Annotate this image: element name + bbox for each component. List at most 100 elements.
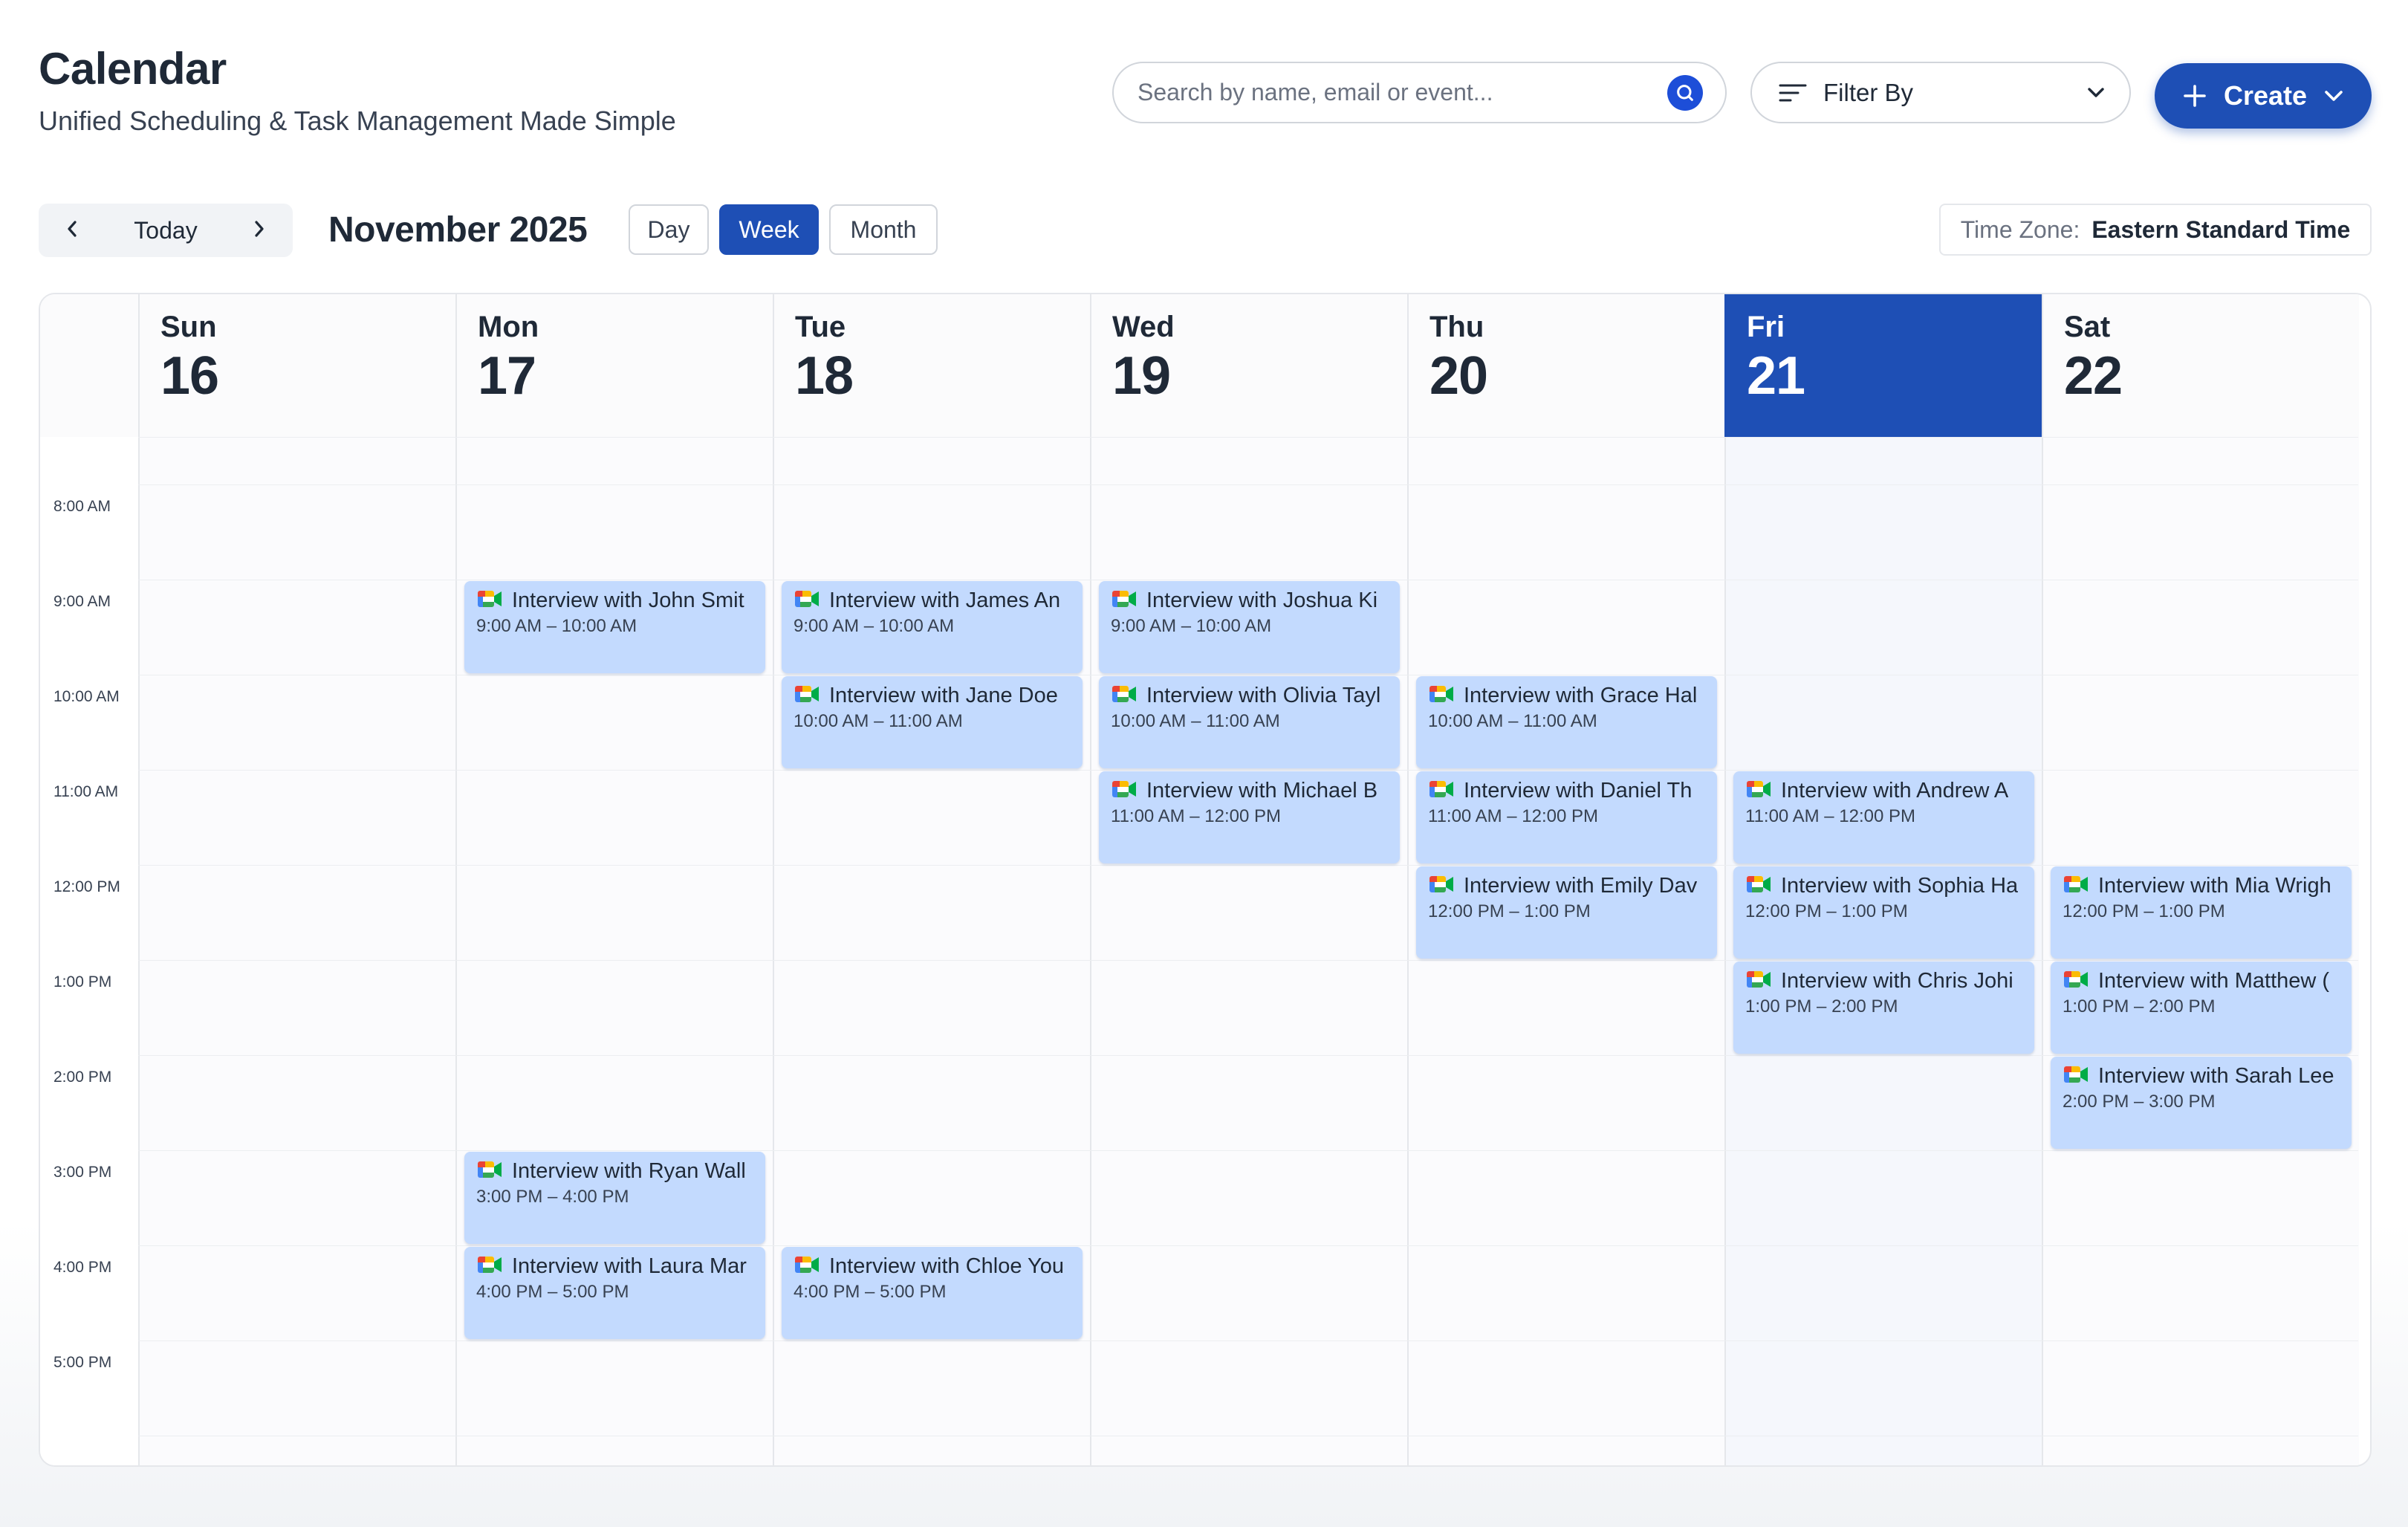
event-card[interactable]: Interview with Mia Wrigh 12:00 PM – 1:00 …: [2051, 866, 2352, 959]
event-title-row: Interview with Mia Wrigh: [2063, 874, 2341, 898]
event-card[interactable]: Interview with Andrew A 11:00 AM – 12:00 …: [1733, 771, 2034, 863]
day-header-tue[interactable]: Tue 18: [773, 294, 1090, 437]
search-button[interactable]: [1667, 74, 1703, 111]
event-card[interactable]: Interview with James An 9:00 AM – 10:00 A…: [782, 581, 1083, 673]
event-card[interactable]: Interview with Chris Johi 1:00 PM – 2:00 …: [1733, 962, 2034, 1054]
event-title: Interview with Mia Wrigh: [2098, 874, 2331, 898]
hour-gridline: [138, 960, 2358, 961]
event-card[interactable]: Interview with Laura Mar 4:00 PM – 5:00 P…: [464, 1247, 765, 1339]
event-time: 1:00 PM – 2:00 PM: [2063, 996, 2216, 1017]
prev-week-button[interactable]: [65, 219, 79, 242]
event-title: Interview with Grace Hal: [1464, 684, 1698, 707]
event-card[interactable]: Interview with Grace Hal 10:00 AM – 11:00…: [1416, 676, 1717, 768]
day-header-thu[interactable]: Thu 20: [1407, 294, 1724, 437]
event-card[interactable]: Interview with Chloe You 4:00 PM – 5:00 P…: [782, 1247, 1083, 1339]
search-input[interactable]: [1138, 79, 1667, 106]
event-title: Interview with Michael B: [1146, 779, 1378, 803]
event-title-row: Interview with James An: [794, 589, 1072, 613]
view-month-button[interactable]: Month: [829, 204, 938, 255]
day-header-wed[interactable]: Wed 19: [1090, 294, 1407, 437]
event-title: Interview with Chris Johi: [1781, 969, 2013, 993]
video-meeting-icon: [1111, 779, 1138, 803]
time-gutter: [40, 437, 138, 1465]
create-button[interactable]: Create: [2155, 63, 2372, 129]
event-title: Interview with Andrew A: [1781, 779, 2009, 803]
event-card[interactable]: Interview with Olivia Tayl 10:00 AM – 11:…: [1099, 676, 1400, 768]
time-label: 12:00 PM: [53, 878, 120, 895]
event-title: Interview with Joshua Ki: [1146, 589, 1378, 612]
timezone-selector[interactable]: Time Zone: Eastern Standard Time: [1939, 204, 2372, 256]
day-number: 17: [478, 346, 536, 406]
search-box[interactable]: [1112, 62, 1727, 123]
event-title: Interview with Daniel Th: [1464, 779, 1693, 803]
event-title-row: Interview with Olivia Tayl: [1111, 684, 1389, 708]
day-name: Fri: [1747, 311, 1785, 343]
video-meeting-icon: [1111, 589, 1138, 613]
day-column-sun[interactable]: [138, 437, 455, 1465]
view-day-button[interactable]: Day: [629, 204, 709, 255]
day-name: Mon: [478, 311, 539, 343]
event-title-row: Interview with Michael B: [1111, 779, 1389, 803]
video-meeting-icon: [476, 589, 503, 613]
event-title: Interview with John Smit: [512, 589, 744, 612]
time-label: 8:00 AM: [53, 498, 111, 515]
event-card[interactable]: Interview with Ryan Wall 3:00 PM – 4:00 P…: [464, 1152, 765, 1244]
video-meeting-icon: [794, 1254, 820, 1279]
event-card[interactable]: Interview with John Smit 9:00 AM – 10:00 …: [464, 581, 765, 673]
event-card[interactable]: Interview with Michael B 11:00 AM – 12:00…: [1099, 771, 1400, 863]
event-time: 4:00 PM – 5:00 PM: [794, 1282, 947, 1302]
timezone-label: Time Zone:: [1960, 215, 2080, 243]
day-header-sun[interactable]: Sun 16: [138, 294, 455, 437]
event-time: 10:00 AM – 11:00 AM: [1428, 711, 1597, 731]
day-name: Thu: [1429, 311, 1484, 343]
next-week-button[interactable]: [253, 219, 266, 242]
corner-cell: [40, 294, 138, 437]
time-label: 10:00 AM: [53, 688, 120, 705]
video-meeting-icon: [1745, 874, 1772, 898]
view-week-button[interactable]: Week: [719, 204, 819, 255]
event-time: 10:00 AM – 11:00 AM: [794, 711, 963, 731]
filter-label: Filter By: [1823, 78, 1914, 106]
hour-gridline: [138, 1055, 2358, 1056]
day-header-sat[interactable]: Sat 22: [2042, 294, 2359, 437]
event-card[interactable]: Interview with Matthew ( 1:00 PM – 2:00 P…: [2051, 962, 2352, 1054]
day-header-fri[interactable]: Fri 21: [1724, 294, 2042, 437]
event-card[interactable]: Interview with Emily Dav 12:00 PM – 1:00 …: [1416, 866, 1717, 959]
chevron-right-icon: [255, 220, 264, 237]
day-name: Sun: [160, 311, 217, 343]
day-number: 22: [2064, 346, 2123, 406]
event-card[interactable]: Interview with Sophia Ha 12:00 PM – 1:00 …: [1733, 866, 2034, 959]
event-title-row: Interview with Matthew (: [2063, 969, 2341, 993]
event-card[interactable]: Interview with Joshua Ki 9:00 AM – 10:00 …: [1099, 581, 1400, 673]
page-title: Calendar: [39, 44, 227, 94]
time-label: 1:00 PM: [53, 973, 112, 991]
day-number: 19: [1112, 346, 1171, 406]
event-time: 12:00 PM – 1:00 PM: [2063, 901, 2225, 921]
video-meeting-icon: [794, 684, 820, 708]
hour-gridline: [138, 770, 2358, 771]
time-label: 11:00 AM: [53, 783, 119, 800]
event-card[interactable]: Interview with Jane Doe 10:00 AM – 11:00 …: [782, 676, 1083, 768]
week-calendar-grid: Sun 16 Mon 17 Tue 18 Wed 19 Thu 20 Fri 21 Sat 22 8:00 …: [39, 293, 2372, 1467]
video-meeting-icon: [476, 1254, 503, 1279]
filter-dropdown[interactable]: Filter By: [1750, 62, 2131, 123]
day-name: Sat: [2064, 311, 2111, 343]
event-card[interactable]: Interview with Sarah Lee 2:00 PM – 3:00 P…: [2051, 1057, 2352, 1149]
day-number: 18: [795, 346, 854, 406]
day-header-mon[interactable]: Mon 17: [455, 294, 773, 437]
day-name: Wed: [1112, 311, 1175, 343]
event-title-row: Interview with Jane Doe: [794, 684, 1072, 708]
event-title: Interview with Matthew (: [2098, 969, 2330, 993]
day-number: 21: [1747, 346, 1805, 406]
event-card[interactable]: Interview with Daniel Th 11:00 AM – 12:00…: [1416, 771, 1717, 863]
event-time: 4:00 PM – 5:00 PM: [476, 1282, 629, 1302]
event-time: 9:00 AM – 10:00 AM: [1111, 616, 1272, 636]
event-title: Interview with Sophia Ha: [1781, 874, 2019, 898]
video-meeting-icon: [1428, 874, 1455, 898]
today-button[interactable]: Today: [134, 217, 197, 244]
video-meeting-icon: [1428, 779, 1455, 803]
filter-lines-icon: [1779, 84, 1807, 101]
video-meeting-icon: [1111, 684, 1138, 708]
event-title-row: Interview with Sarah Lee: [2063, 1064, 2341, 1089]
search-icon: [1677, 84, 1693, 101]
